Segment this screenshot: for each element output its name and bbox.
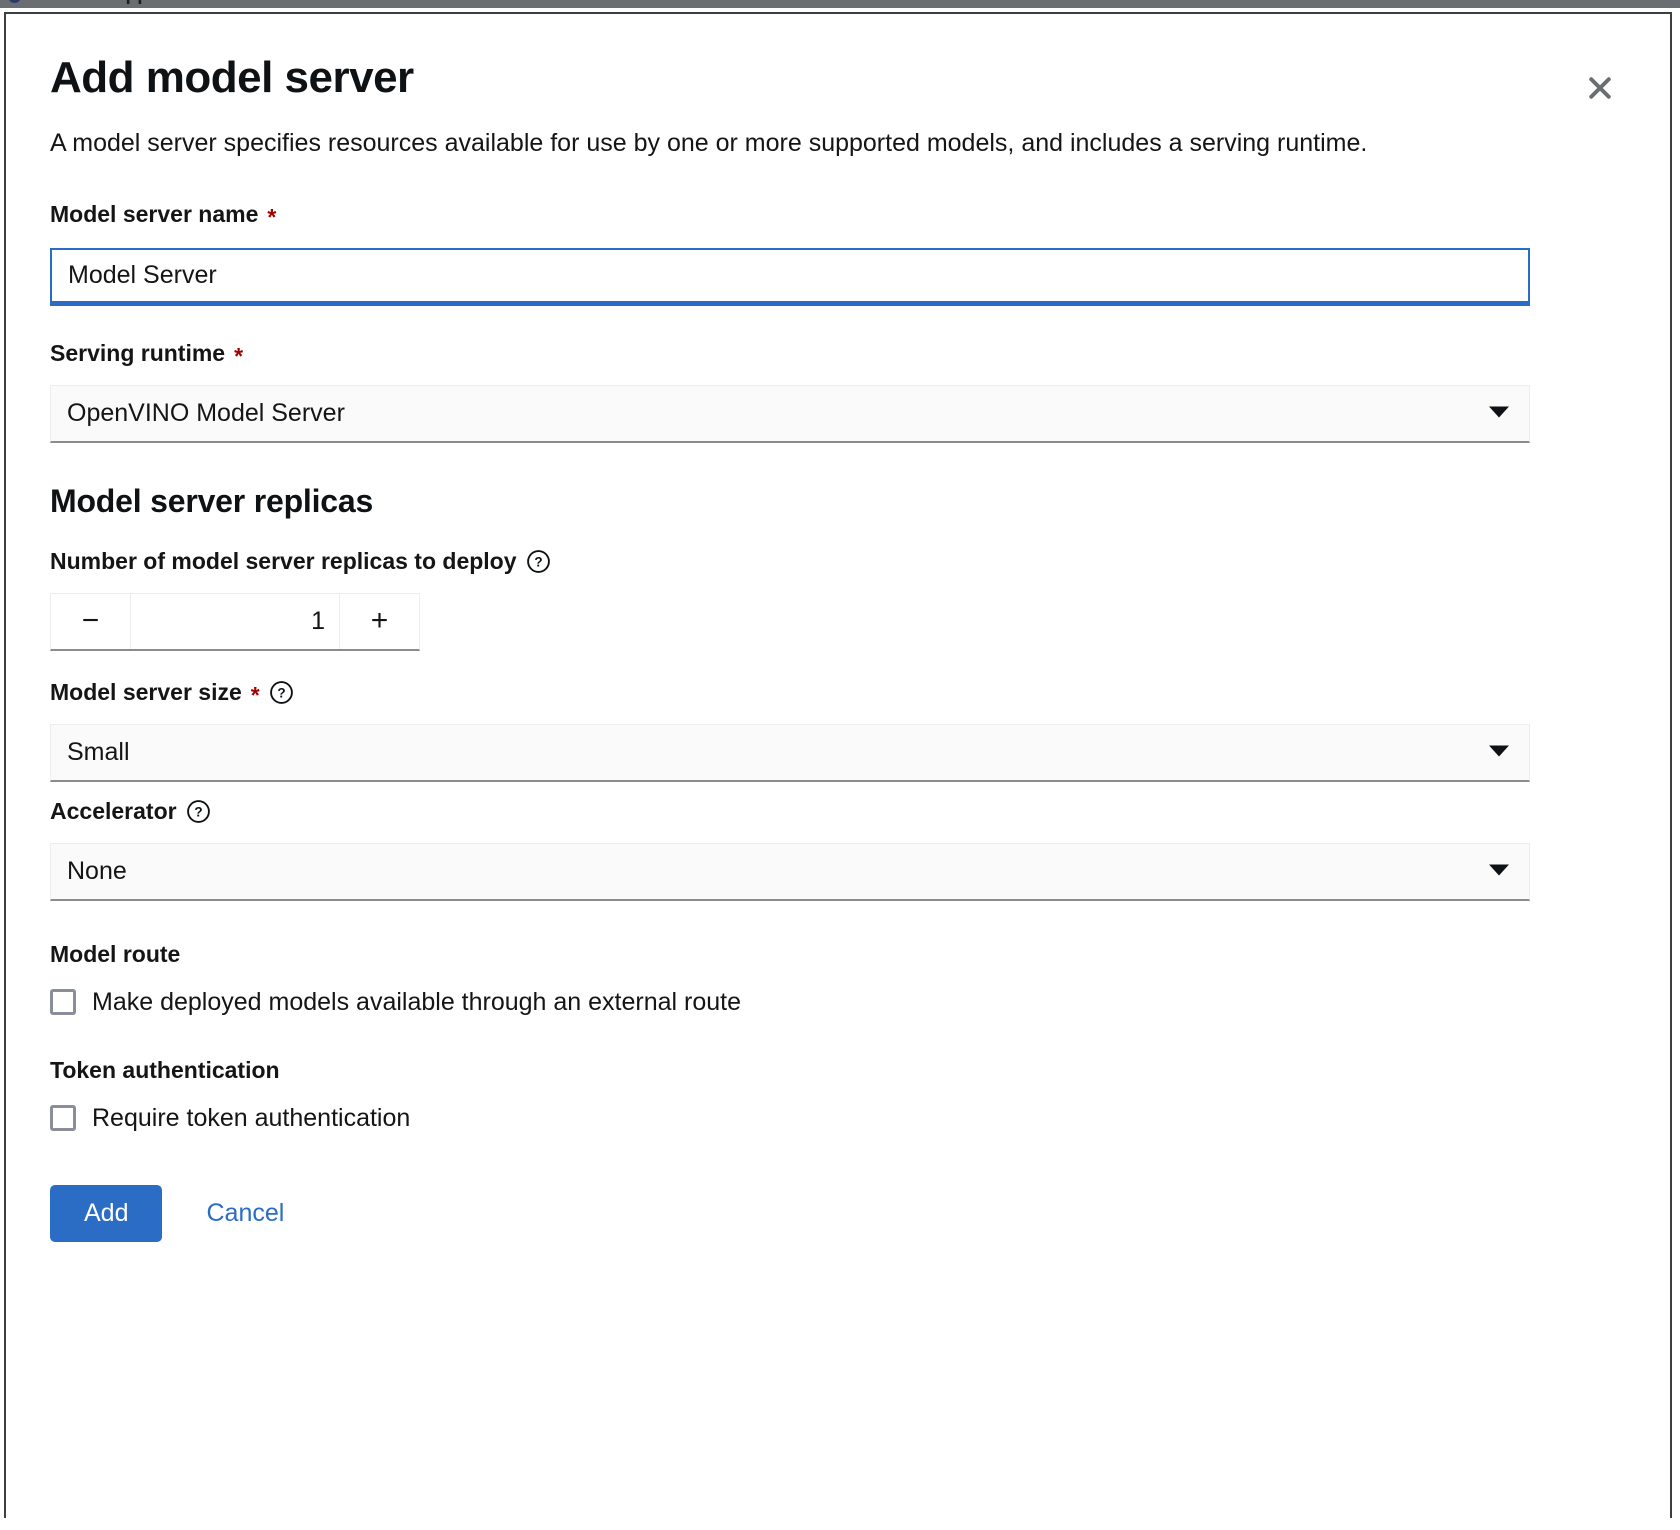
replicas-field-group: Number of model server replicas to deplo… xyxy=(50,548,1626,651)
add-button[interactable]: Add xyxy=(50,1184,163,1243)
svg-text:?: ? xyxy=(277,686,285,701)
close-icon[interactable] xyxy=(1578,66,1622,110)
require-token-checkbox[interactable] xyxy=(50,1105,76,1132)
replicas-stepper: − + xyxy=(50,592,420,651)
model-route-title: Model route xyxy=(50,940,181,967)
required-asterisk: * xyxy=(250,681,260,708)
external-route-label[interactable]: Make deployed models available through a… xyxy=(92,988,741,1017)
accelerator-label-text: Accelerator xyxy=(50,797,177,824)
accelerator-select[interactable]: None xyxy=(50,842,1530,901)
model-server-replicas-heading: Model server replicas xyxy=(50,482,374,519)
serving-runtime-selected-value: OpenVINO Model Server xyxy=(67,398,345,427)
model-server-size-selected-value: Small xyxy=(67,737,130,766)
model-route-group: Model route Make deployed models availab… xyxy=(50,941,1626,1017)
page-title: Add model server xyxy=(50,53,414,102)
serving-runtime-field-group: Serving runtime * OpenVINO Model Server xyxy=(50,340,1626,443)
add-model-server-modal: Add model server A model server specifie… xyxy=(4,12,1672,1518)
accelerator-label: Accelerator ? xyxy=(50,798,1626,825)
background-page-strip: › mlb-support-dlenfinid-dev xyxy=(0,0,1680,12)
model-server-name-label: Model server name * xyxy=(50,200,1626,230)
help-circle-icon[interactable]: ? xyxy=(186,799,211,824)
replicas-label-text: Number of model server replicas to deplo… xyxy=(50,547,517,574)
model-server-name-input[interactable] xyxy=(50,247,1530,306)
replicas-increment-button[interactable]: + xyxy=(339,593,419,649)
background-breadcrumb: mlb-support-dlenfinid-dev xyxy=(62,0,302,6)
cancel-button[interactable]: Cancel xyxy=(184,1185,306,1243)
required-asterisk: * xyxy=(234,342,244,369)
model-server-name-label-text: Model server name xyxy=(50,200,259,227)
serving-runtime-select[interactable]: OpenVINO Model Server xyxy=(50,384,1530,443)
accelerator-selected-value: None xyxy=(67,856,127,885)
replicas-value-input[interactable] xyxy=(131,593,339,649)
accelerator-field-group: Accelerator ? None xyxy=(50,798,1626,901)
replicas-decrement-button[interactable]: − xyxy=(51,593,131,649)
require-token-row: Require token authentication xyxy=(50,1104,1626,1133)
svg-text:?: ? xyxy=(194,805,202,820)
serving-runtime-label-text: Serving runtime xyxy=(50,339,226,366)
model-server-name-field-group: Model server name * xyxy=(50,201,1626,306)
modal-description: A model server specifies resources avail… xyxy=(50,129,1368,158)
token-authentication-title: Token authentication xyxy=(50,1056,280,1083)
help-circle-icon[interactable]: ? xyxy=(269,680,294,705)
external-route-checkbox[interactable] xyxy=(50,989,76,1016)
svg-text:?: ? xyxy=(534,555,542,570)
modal-footer: Add Cancel xyxy=(50,1184,1626,1243)
required-asterisk: * xyxy=(267,203,277,230)
require-token-label[interactable]: Require token authentication xyxy=(92,1104,410,1133)
model-server-size-select[interactable]: Small xyxy=(50,723,1530,782)
replicas-label: Number of model server replicas to deplo… xyxy=(50,548,1626,575)
model-server-size-label: Model server size * ? xyxy=(50,679,1626,706)
model-server-size-field-group: Model server size * ? Small xyxy=(50,679,1626,782)
serving-runtime-label: Serving runtime * xyxy=(50,339,1626,369)
chevron-right-icon: › xyxy=(36,0,41,6)
model-server-size-label-text: Model server size xyxy=(50,678,242,705)
token-authentication-group: Token authentication Require token authe… xyxy=(50,1057,1626,1133)
external-route-row: Make deployed models available through a… xyxy=(50,988,1626,1017)
help-circle-icon[interactable]: ? xyxy=(526,549,551,574)
